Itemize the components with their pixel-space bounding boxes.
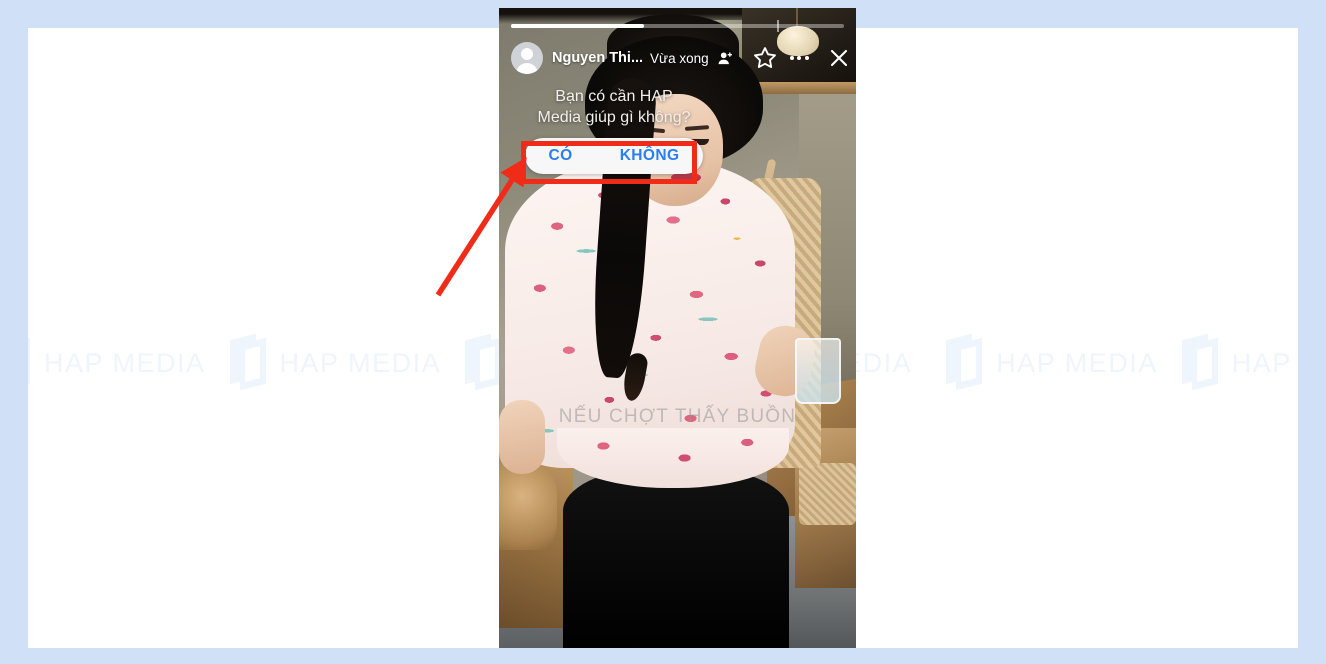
watermark-unit: HAP MEDIA [28, 337, 206, 391]
page-root: HAP MEDIA HAP MEDIA HAP MEDIA HAP MEDIA [0, 0, 1326, 664]
photo-caption-text: NẾU CHỢT THẤY BUỒN [558, 406, 797, 427]
watermark-unit: HAP MEDIA [1180, 333, 1298, 391]
question-sticker: Bạn có cần HAP Media giúp gì không? CÓ K… [509, 86, 719, 174]
timestamp-label: Vừa xong [650, 50, 709, 66]
photo-chair-right-seat [799, 463, 856, 525]
story-header: Nguyen Thi... Vừa xong [511, 40, 847, 76]
photo-chair-left-seat [499, 460, 557, 550]
watermark-unit: HAP MEDIA [228, 333, 442, 391]
more-options-dots-icon[interactable] [787, 56, 812, 60]
hap-media-book-logo-icon [944, 333, 986, 391]
question-text: Bạn có cần HAP Media giúp gì không? [537, 88, 691, 126]
photo-black-skirt [563, 468, 789, 648]
story-progress-divider [777, 20, 780, 32]
answer-button-yes[interactable]: CÓ [549, 147, 573, 165]
watermark-label: HAP MEDIA [996, 347, 1158, 378]
story-progress-bar[interactable] [511, 20, 844, 32]
hap-media-book-logo-icon [228, 333, 270, 391]
photo-water-glass [795, 338, 841, 404]
close-friends-person-icon [717, 50, 734, 67]
hap-media-book-logo-icon [28, 337, 34, 391]
star-icon[interactable] [752, 45, 778, 71]
username-label[interactable]: Nguyen Thi... [552, 50, 643, 66]
watermark-label: HAP MEDIA [1231, 347, 1298, 378]
instagram-story-screenshot: NẾU CHỢT THẤY BUỒN Nguyen Thi... Vừa xon… [499, 8, 856, 648]
answer-bar: CÓ KHÔNG [525, 138, 703, 174]
watermark-unit: HAP MEDIA [944, 333, 1158, 391]
story-progress-fill [511, 24, 645, 28]
hap-media-book-logo-icon [1180, 333, 1222, 391]
close-x-icon[interactable] [827, 46, 851, 70]
watermark-label: HAP MEDIA [44, 347, 206, 378]
answer-button-no[interactable]: KHÔNG [620, 147, 680, 165]
avatar[interactable] [511, 42, 543, 74]
watermark-label: HAP MEDIA [279, 347, 442, 378]
